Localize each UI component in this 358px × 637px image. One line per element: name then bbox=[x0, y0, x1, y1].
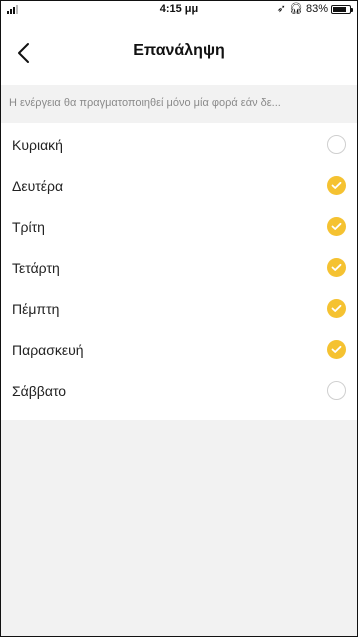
day-label: Πέμπτη bbox=[12, 300, 60, 317]
day-row[interactable]: Δευτέρα bbox=[1, 165, 357, 206]
phone-screen: 4:15 μμ ➶ 🎧︎ 83% Επανάληψη Η ενέργεια θα… bbox=[0, 0, 358, 637]
day-label: Τρίτη bbox=[12, 218, 45, 235]
unchecked-circle-icon[interactable] bbox=[327, 135, 346, 154]
page-title: Επανάληψη bbox=[133, 42, 225, 59]
checked-circle-icon[interactable] bbox=[327, 299, 346, 318]
day-row[interactable]: Τρίτη bbox=[1, 206, 357, 247]
day-list: Κυριακή Δευτέρα Τρίτη Τετάρτη Πέμπτη Παρασκευ… bbox=[1, 123, 357, 420]
day-row[interactable]: Παρασκευή bbox=[1, 329, 357, 370]
day-row[interactable]: Κυριακή bbox=[1, 124, 357, 165]
repeat-hint-text: Η ενέργεια θα πραγματοποιηθεί μόνο μία φ… bbox=[9, 97, 281, 109]
day-row[interactable]: Σάββατο bbox=[1, 370, 357, 411]
day-label: Τετάρτη bbox=[12, 259, 60, 276]
day-label: Σάββατο bbox=[12, 382, 67, 399]
battery-percent: 83% bbox=[305, 3, 328, 15]
battery-icon bbox=[331, 4, 353, 14]
location-icon: ➶ bbox=[276, 3, 286, 15]
day-row[interactable]: Πέμπτη bbox=[1, 288, 357, 329]
day-label: Δευτέρα bbox=[12, 177, 64, 194]
status-right-group: ➶ 🎧︎ 83% bbox=[276, 3, 353, 15]
headphones-icon: 🎧︎ bbox=[289, 3, 303, 15]
checked-circle-icon[interactable] bbox=[327, 340, 346, 359]
status-bar: 4:15 μμ ➶ 🎧︎ 83% bbox=[1, 1, 357, 19]
battery-level bbox=[333, 6, 347, 12]
navigation-bar: Επανάληψη bbox=[1, 19, 357, 85]
checked-circle-icon[interactable] bbox=[327, 217, 346, 236]
unchecked-circle-icon[interactable] bbox=[327, 381, 346, 400]
day-row[interactable]: Τετάρτη bbox=[1, 247, 357, 288]
checked-circle-icon[interactable] bbox=[327, 258, 346, 277]
day-label: Παρασκευή bbox=[12, 341, 84, 358]
checked-circle-icon[interactable] bbox=[327, 176, 346, 195]
day-label: Κυριακή bbox=[12, 136, 63, 153]
